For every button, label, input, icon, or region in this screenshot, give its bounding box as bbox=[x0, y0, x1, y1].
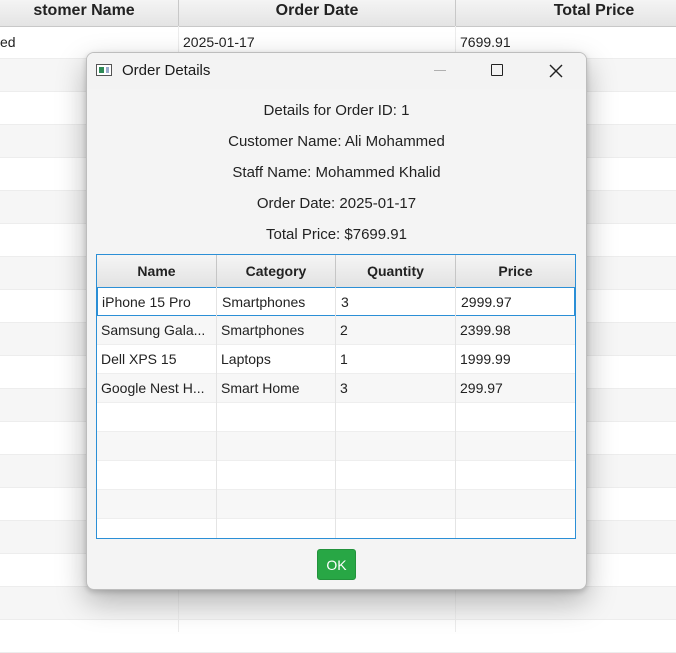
empty-row bbox=[97, 490, 575, 519]
maximize-button[interactable] bbox=[474, 53, 520, 89]
col-header-quantity[interactable]: Quantity bbox=[336, 255, 456, 287]
minimize-button[interactable] bbox=[417, 53, 463, 89]
empty-row bbox=[97, 461, 575, 490]
col-header-order-date[interactable]: Order Date bbox=[179, 0, 456, 26]
cell-name: Google Nest H... bbox=[101, 380, 205, 396]
ok-button[interactable]: OK bbox=[317, 549, 356, 580]
column-divider bbox=[216, 287, 217, 538]
cell-quantity: 2 bbox=[340, 322, 348, 338]
table-row[interactable]: Dell XPS 15 Laptops 1 1999.99 bbox=[97, 345, 575, 374]
col-header-category[interactable]: Category bbox=[217, 255, 336, 287]
cell-price: 2999.97 bbox=[461, 294, 512, 310]
cell-quantity: 3 bbox=[341, 294, 349, 310]
cell-category: Smartphones bbox=[221, 322, 305, 338]
cell-quantity: 1 bbox=[340, 351, 348, 367]
close-button[interactable] bbox=[533, 53, 579, 89]
items-table-header: Name Category Quantity Price bbox=[97, 255, 575, 288]
cell-category: Smart Home bbox=[221, 380, 300, 396]
cell-quantity: 3 bbox=[340, 380, 348, 396]
cell-name: iPhone 15 Pro bbox=[102, 294, 191, 310]
cell-customer-name: ed bbox=[0, 34, 16, 50]
col-header-price[interactable]: Price bbox=[456, 255, 575, 287]
cell-name: Samsung Gala... bbox=[101, 322, 206, 338]
cell-price: 1999.99 bbox=[460, 351, 511, 367]
minimize-icon bbox=[434, 70, 446, 71]
customer-name-label: Customer Name: Ali Mohammed bbox=[228, 133, 445, 150]
empty-row bbox=[97, 403, 575, 432]
order-date-label: Order Date: 2025-01-17 bbox=[256, 195, 417, 212]
order-id-label: Details for Order ID: 1 bbox=[263, 102, 410, 119]
table-row[interactable]: Samsung Gala... Smartphones 2 2399.98 bbox=[97, 316, 575, 345]
total-price-label: Total Price: $7699.91 bbox=[266, 226, 407, 243]
empty-row bbox=[97, 432, 575, 461]
background-table-header: stomer Name Order Date Total Price bbox=[0, 0, 676, 27]
maximize-icon bbox=[491, 64, 503, 76]
col-header-total-price[interactable]: Total Price bbox=[456, 0, 676, 26]
column-divider bbox=[335, 287, 336, 538]
cell-price: 299.97 bbox=[460, 380, 503, 396]
order-details-dialog: Order Details Details for Order ID: 1 Cu… bbox=[86, 52, 587, 590]
dialog-titlebar[interactable]: Order Details bbox=[87, 53, 586, 89]
close-icon bbox=[549, 64, 563, 78]
staff-name-label: Staff Name: Mohammed Khalid bbox=[232, 164, 441, 181]
dialog-title: Order Details bbox=[122, 62, 211, 79]
cell-category: Smartphones bbox=[222, 294, 306, 310]
order-items-table[interactable]: Name Category Quantity Price iPhone 15 P… bbox=[96, 254, 576, 539]
empty-row bbox=[97, 519, 575, 538]
col-header-name[interactable]: Name bbox=[97, 255, 217, 287]
cell-category: Laptops bbox=[221, 351, 271, 367]
table-row[interactable]: iPhone 15 Pro Smartphones 3 2999.97 bbox=[97, 287, 575, 316]
app-window-icon bbox=[96, 64, 112, 76]
cell-price: 2399.98 bbox=[460, 322, 511, 338]
table-row[interactable] bbox=[0, 620, 676, 653]
col-header-customer-name[interactable]: stomer Name bbox=[0, 0, 179, 26]
column-divider bbox=[455, 287, 456, 538]
cell-name: Dell XPS 15 bbox=[101, 351, 177, 367]
table-row[interactable]: Google Nest H... Smart Home 3 299.97 bbox=[97, 374, 575, 403]
table-row[interactable] bbox=[0, 587, 676, 620]
